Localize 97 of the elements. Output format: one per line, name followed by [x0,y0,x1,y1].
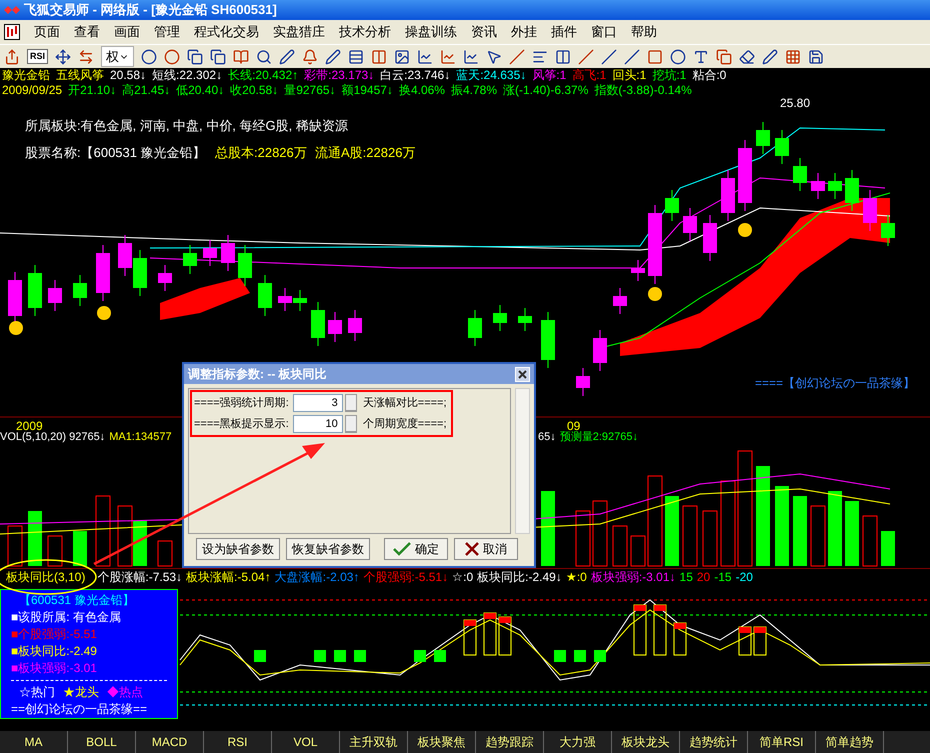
indicator-tab[interactable]: BOLL [68,731,136,753]
menu-item[interactable]: 帮助 [631,22,657,42]
rights-dropdown[interactable]: 权 [101,46,134,68]
axis-label: 2009 [16,418,43,433]
menu-item[interactable]: 实盘猎庄 [273,22,325,42]
info-footer: ==创幻论坛の一品茶缘== [11,701,167,718]
quote-value: 回头:1 [612,68,646,83]
quote-value: 高飞:1 [572,68,606,83]
legend-item: ☆热门 [19,684,55,701]
stock-name-text: 股票名称:【600531 豫光金铅】 [25,144,207,162]
price-value: 额19457↓ [342,83,393,98]
dialog-button[interactable]: 恢复缺省参数 [286,538,370,560]
indicator-tab[interactable]: MA [0,731,68,753]
quote-value: 蓝天:24.635↓ [456,68,526,83]
menu-item[interactable]: 资讯 [471,22,497,42]
window-title: 飞狐交易师 - 网络版 - [豫光金铅 SH600531] [24,1,277,20]
dialog-title: 调整指标参数: -- 板块同比 [188,366,327,383]
indicator-value: ☆:0 [452,570,474,584]
info-line: ■板块强弱:-3.01 [11,660,98,677]
dialog-button[interactable]: 设为缺省参数 [196,538,280,560]
price-value: 收20.58↓ [230,83,278,98]
menu-item[interactable]: 外挂 [511,22,537,42]
legend-item: ★龙头 [63,684,99,701]
number-field[interactable]: 3 [292,394,343,412]
legend-item: ◆热点 [107,684,143,701]
indicator-value: 个股强弱:-5.51↓ [363,570,448,584]
price-value: 开21.10↓ [68,83,116,98]
indicator-value: 板块涨幅:-5.04↑ [186,570,271,584]
rsi-button[interactable]: RSI [27,48,48,64]
menu-item[interactable]: 管理 [154,22,180,42]
volume-value: 预测量2:92765↓ [560,430,638,444]
info-title: 【600531 豫光金铅】 [18,592,136,609]
parameter-label: ====强弱统计周期: [194,396,290,411]
dialog-button[interactable]: 确定 [384,538,448,560]
float-shares-text: 流通A股:22826万 [315,144,416,162]
indicator-value: 个股涨幅:-7.53↓ [97,570,182,584]
menu-item[interactable]: 查看 [74,22,100,42]
menu-item[interactable]: 插件 [551,22,577,42]
indicator-tab[interactable]: VOL [272,731,340,753]
indicator-tab[interactable]: 趋势统计 [680,731,748,753]
indicator-value: 大盘涨幅:-2.03↑ [274,570,360,584]
quote-value: 20.58↓ [110,68,146,83]
quote-value: 彩带:23.173↓ [304,68,374,83]
quote-value: 长线:20.432↑ [228,68,298,83]
indicator-tab[interactable]: 趋势跟踪 [476,731,544,753]
price-value: 换4.06% [398,83,445,98]
quote-value: 五线风筝 [56,68,104,83]
indicator-value: 15 [680,570,693,584]
sector-text: 所属板块:有色金属, 河南, 中盘, 中价, 每经G股, 稀缺资源 [25,117,349,135]
price-value: 高21.45↓ [122,83,170,98]
indicator-value: 板块同比(3,10) [6,570,86,584]
info-line: ■个股强弱:-5.51 [11,626,98,643]
price-value: 振4.78% [450,83,497,98]
indicator-tab[interactable]: 简单RSI [748,731,816,753]
indicator-tab[interactable]: 主升双轨 [340,731,408,753]
menu-item[interactable]: 画面 [114,22,140,42]
signature-text: ====【创幻论坛の一品茶缘】 [754,375,915,392]
menu-item[interactable]: 窗口 [591,22,617,42]
volume-value: MA1:134577 [109,430,172,444]
quote-value: 短线:22.302↓ [152,68,222,83]
menu-item[interactable]: 页面 [34,22,60,42]
indicator-value: -20 [736,570,753,584]
menu-item[interactable]: 程式化交易 [194,22,259,42]
price-value: 量92765↓ [284,83,336,98]
indicator-value: -15 [714,570,732,584]
indicator-tab[interactable]: 板块聚焦 [408,731,476,753]
info-line: ■板块同比:-2.49 [11,643,98,660]
indicator-value: 板块强弱:-3.01↓ [590,570,676,584]
total-shares-text: 总股本:22826万 [215,144,308,162]
price-value: 涨(-1.40)-6.37% [503,83,588,98]
parameter-suffix: 天涨幅对比====; [362,396,447,411]
volume-value: 65↓ [538,430,556,444]
volume-value: VOL(5,10,20) 92765↓ [0,430,106,444]
parameter-label: ====黑板提示显示: [194,416,290,432]
indicator-tab[interactable]: MACD [136,731,204,753]
menu-item[interactable]: 技术分析 [339,22,391,42]
quote-value: 风筝:1 [532,68,566,83]
indicator-value: ★:0 [566,570,587,584]
parameter-suffix: 个周期宽度====; [362,416,447,432]
quote-value: 粘合:0 [692,68,726,83]
price-value: 2009/09/25 [2,83,62,98]
price-value: 低20.40↓ [176,83,224,98]
indicator-value: 板块同比:-2.49↓ [477,570,562,584]
price-value: 指数(-3.88)-0.14% [594,83,692,98]
indicator-tab[interactable]: 板块龙头 [612,731,680,753]
indicator-tab[interactable]: RSI [204,731,272,753]
menu-item[interactable]: 操盘训练 [405,22,457,42]
dialog-button[interactable]: 取消 [454,538,518,560]
price-label: 25.80 [780,95,810,112]
indicator-tab[interactable]: 大力强 [544,731,612,753]
indicator-value: 20 [696,570,710,584]
number-field[interactable]: 10 [292,415,343,433]
quote-value: 挖坑:1 [652,68,686,83]
info-line: ■该股所属: 有色金属 [11,609,122,626]
indicator-tab[interactable]: 简单趋势 [816,731,884,753]
quote-value: 豫光金铅 [2,68,50,83]
quote-value: 白云:23.746↓ [380,68,450,83]
